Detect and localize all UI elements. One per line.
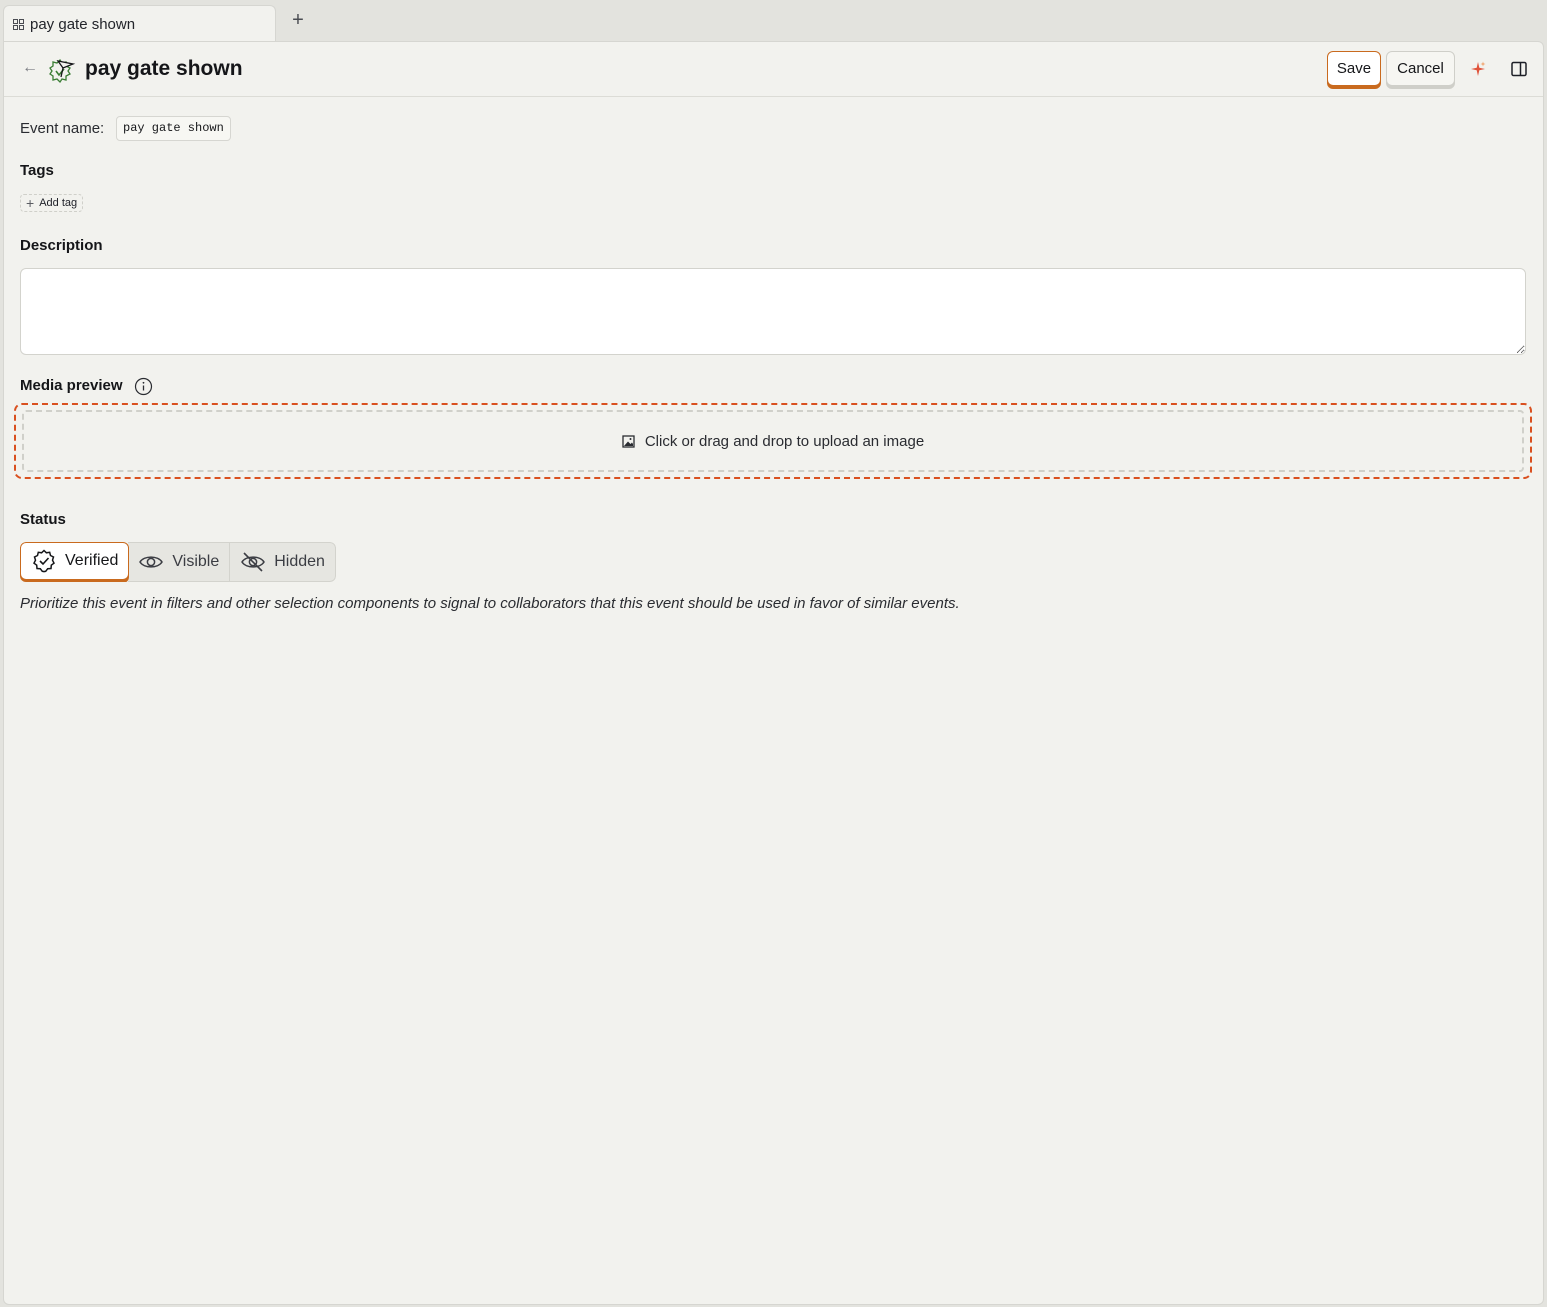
eye-icon xyxy=(139,556,164,568)
add-tag-button[interactable]: + Add tag xyxy=(20,194,84,212)
cancel-button[interactable]: Cancel xyxy=(1386,51,1455,86)
media-preview-label: Media preview xyxy=(20,377,123,394)
eye-off-icon xyxy=(241,552,266,572)
status-label: Status xyxy=(20,511,66,528)
verified-badge-icon xyxy=(33,549,55,573)
plus-icon: + xyxy=(26,195,35,211)
side-panel-icon[interactable] xyxy=(1510,60,1528,78)
add-tag-label: Add tag xyxy=(39,197,78,209)
status-hidden-option[interactable]: Hidden xyxy=(229,542,336,582)
event-name-label: Event name: xyxy=(20,120,105,137)
status-verified-option[interactable]: Verified xyxy=(20,542,130,580)
image-icon xyxy=(622,434,635,448)
upload-text: Click or drag and drop to upload an imag… xyxy=(644,432,925,450)
hidden-label: Hidden xyxy=(274,553,325,570)
page-title: pay gate shown xyxy=(85,57,243,80)
event-verified-icon xyxy=(49,58,76,84)
grid-icon xyxy=(13,18,24,30)
main-panel: ← pay gate shown Save Cancel Event name:… xyxy=(3,41,1544,1305)
sparkle-icon[interactable] xyxy=(1469,60,1487,78)
media-upload-dropzone[interactable]: Click or drag and drop to upload an imag… xyxy=(14,403,1532,479)
event-name-value: pay gate shown xyxy=(116,116,231,141)
tab-label: pay gate shown xyxy=(30,15,136,33)
back-arrow-icon[interactable]: ← xyxy=(22,58,40,78)
tags-label: Tags xyxy=(20,162,54,179)
verified-label: Verified xyxy=(65,552,119,569)
description-label: Description xyxy=(20,237,103,254)
status-help-text: Prioritize this event in filters and oth… xyxy=(20,595,960,612)
status-segmented-control: Verified Visible Hidden xyxy=(20,542,336,582)
visible-label: Visible xyxy=(172,553,220,570)
new-tab-button[interactable]: + xyxy=(288,9,308,31)
tab-pay-gate-shown[interactable]: pay gate shown xyxy=(3,5,276,42)
page-header: ← pay gate shown Save Cancel xyxy=(4,42,1543,97)
info-icon[interactable] xyxy=(134,377,153,396)
tab-bar: pay gate shown + xyxy=(0,0,1547,42)
status-visible-option[interactable]: Visible xyxy=(128,542,230,582)
description-field[interactable] xyxy=(20,268,1526,355)
upload-area[interactable]: Click or drag and drop to upload an imag… xyxy=(22,410,1524,472)
save-button[interactable]: Save xyxy=(1327,51,1381,86)
